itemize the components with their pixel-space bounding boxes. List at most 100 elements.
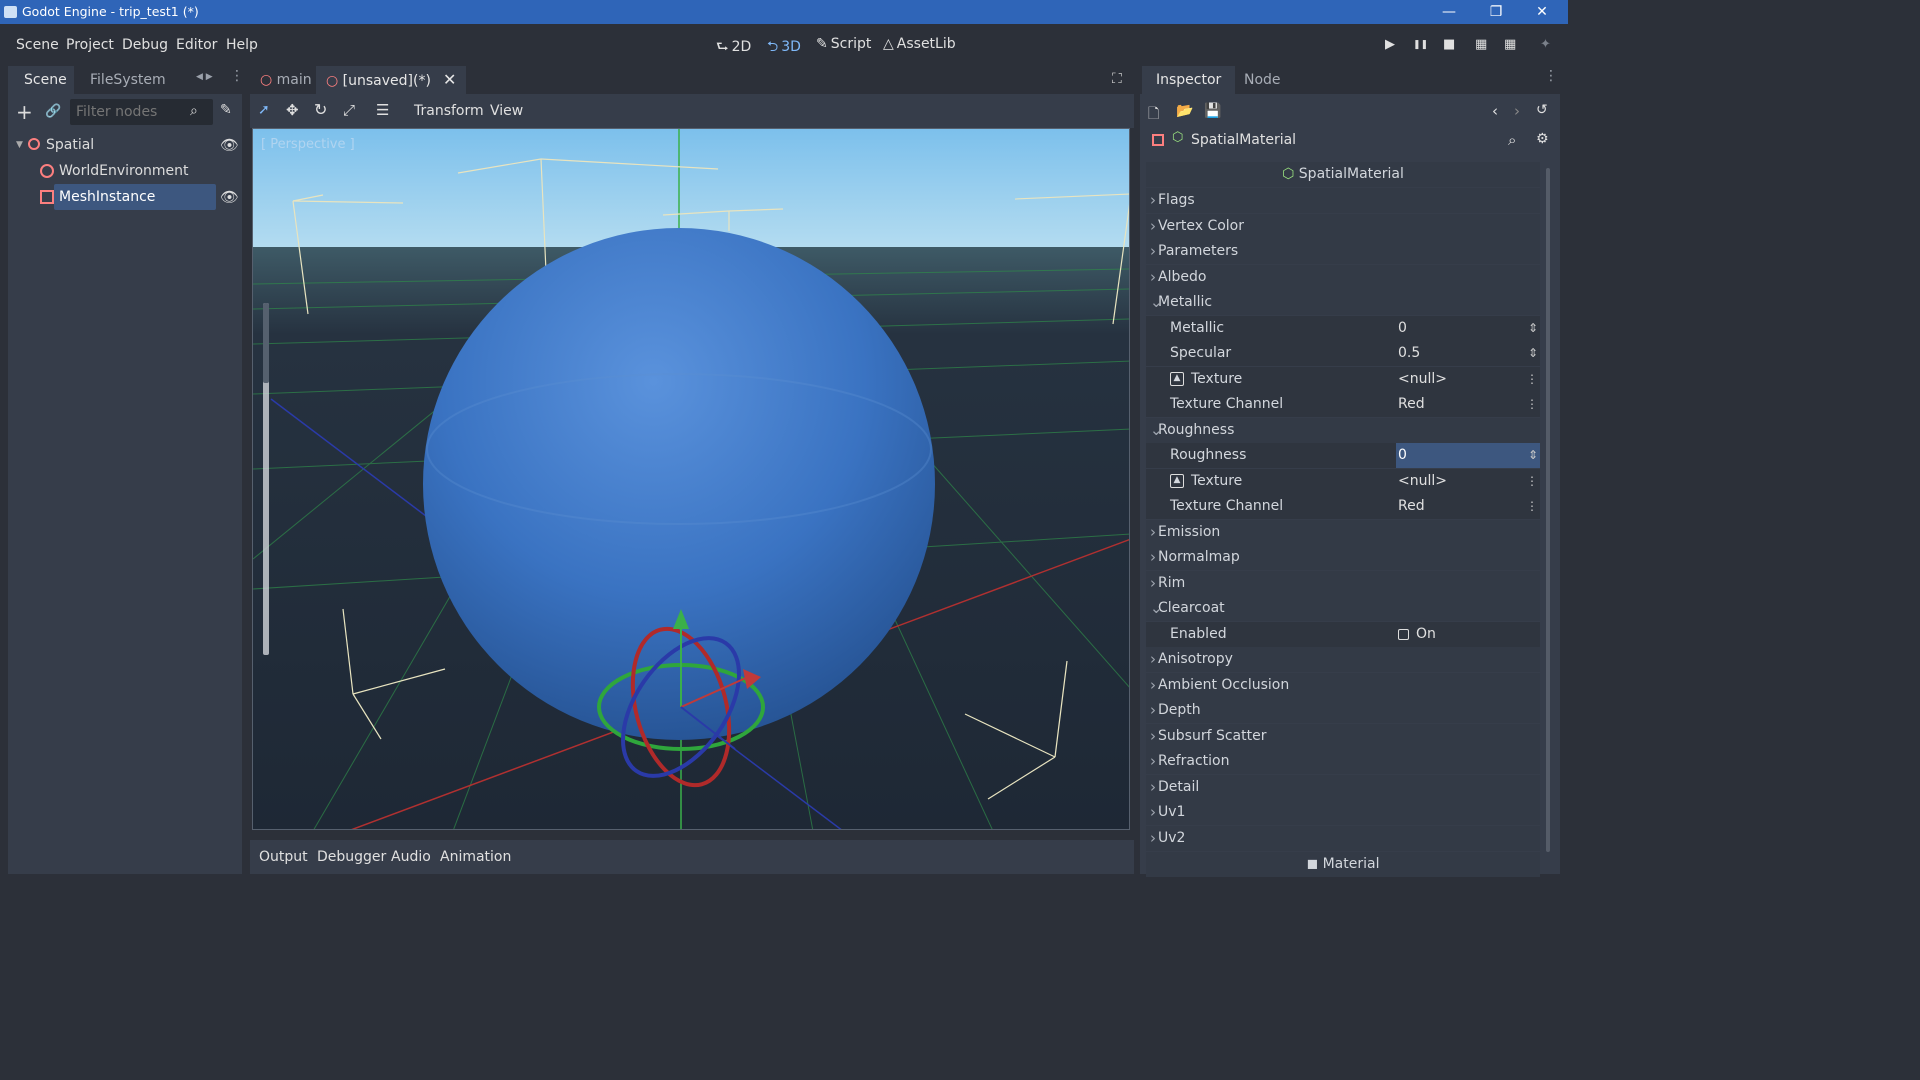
history-back-icon[interactable]: ‹ [1492,102,1498,120]
history-forward-icon[interactable]: › [1514,102,1520,120]
property-texture-channel[interactable]: Texture Channel Red ⋮ [1146,392,1540,417]
checkbox-enabled[interactable]: On [1396,622,1540,647]
workspace-script-button[interactable]: ✎ Script [816,36,871,52]
dock-menu-icon[interactable]: ⋮ [1544,68,1558,84]
dock-nav-arrows-icon[interactable]: ◀ ▶ [196,72,213,82]
spinbox-roughness[interactable]: 0 ⇕ [1396,443,1540,468]
spinbox-metallic[interactable]: 0 ⇕ [1396,316,1540,341]
dropdown-texture-channel[interactable]: Red ⋮ [1396,494,1540,519]
object-settings-icon[interactable]: ⚙ [1536,131,1549,147]
save-icon[interactable]: 💾 [1204,103,1221,119]
list-select-icon[interactable]: ☰ [376,101,389,119]
tree-item-spatial[interactable]: ▼ Spatial 👁 [16,132,240,158]
visibility-eye-icon[interactable]: 👁 [220,184,239,210]
view-menu[interactable]: View [490,103,523,119]
section-normalmap[interactable]: › Normalmap [1146,545,1540,570]
section-detail[interactable]: › Detail [1146,774,1540,800]
tab-main[interactable]: ○ main [250,66,322,94]
pause-icon[interactable]: ❚❚ [1413,40,1428,50]
section-uv1[interactable]: › Uv1 [1146,800,1540,825]
add-node-icon[interactable]: + [16,100,33,124]
menu-editor[interactable]: Editor [176,37,217,53]
section-refraction[interactable]: › Refraction [1146,749,1540,774]
menu-help[interactable]: Help [226,37,258,53]
search-icon[interactable]: ⌕ [1508,131,1516,149]
property-roughness[interactable]: Roughness 0 ⇕ [1146,443,1540,468]
section-albedo[interactable]: › Albedo [1146,264,1540,290]
spin-arrows-icon[interactable]: ⇕ [1528,443,1538,468]
checkbox-icon[interactable] [1398,628,1409,640]
section-ambient-occlusion[interactable]: › Ambient Occlusion [1146,672,1540,698]
dropdown-texture[interactable]: <null> ⋮ [1396,469,1540,494]
move-tool-icon[interactable]: ✥ [286,101,299,119]
property-texture[interactable]: ▲ Texture <null> ⋮ [1146,468,1540,494]
property-enabled[interactable]: Enabled On [1146,621,1540,647]
instance-scene-icon[interactable]: 🔗 [45,104,61,119]
tab-animation[interactable]: Animation [440,849,511,865]
tab-node[interactable]: Node [1234,66,1291,94]
tab-output[interactable]: Output [259,849,308,865]
section-depth[interactable]: › Depth [1146,698,1540,723]
menu-project[interactable]: Project [66,37,114,53]
scale-tool-icon[interactable]: ⤢ [343,101,355,119]
visibility-eye-icon[interactable]: 👁 [220,132,239,158]
tab-debugger[interactable]: Debugger [317,849,386,865]
tab-audio[interactable]: Audio [391,849,431,865]
play-scene-icon[interactable]: ▦ [1475,37,1487,52]
rotate-tool-icon[interactable]: ↻ [314,100,327,119]
dock-menu-icon[interactable]: ⋮ [230,68,244,84]
dropdown-texture-channel[interactable]: Red ⋮ [1396,392,1540,417]
menu-debug[interactable]: Debug [122,37,168,53]
section-rim[interactable]: › Rim [1146,570,1540,596]
3d-viewport[interactable]: [ Perspective ] [252,128,1130,830]
section-emission[interactable]: › Emission [1146,519,1540,545]
menu-dots-icon[interactable]: ⋮ [1526,392,1538,417]
workspace-assetlib-button[interactable]: △ AssetLib [883,36,956,52]
play-icon[interactable]: ▶ [1385,37,1395,52]
property-specular[interactable]: Specular 0.5 ⇕ [1146,341,1540,366]
section-uv2[interactable]: › Uv2 [1146,825,1540,851]
play-custom-scene-icon[interactable]: ▦ [1504,37,1516,52]
tree-item-meshinstance[interactable]: MeshInstance 👁 [22,184,240,210]
menu-dots-icon[interactable]: ⋮ [1526,469,1538,494]
section-vertex-color[interactable]: › Vertex Color [1146,213,1540,239]
distraction-free-icon[interactable]: ⛶ [1112,71,1122,87]
menu-dots-icon[interactable]: ⋮ [1526,494,1538,519]
collapse-arrow-icon[interactable]: ▼ [16,132,23,158]
inspector-scrollbar[interactable] [1546,168,1550,852]
resource-path[interactable]: SpatialMaterial [1191,132,1296,148]
stop-icon[interactable]: ■ [1443,37,1455,52]
material-footer[interactable]: ◼ Material [1146,852,1540,877]
section-flags[interactable]: › Flags [1146,188,1540,213]
tab-scene[interactable]: Scene [8,66,74,94]
dropdown-texture[interactable]: <null> ⋮ [1396,367,1540,392]
section-subsurf-scatter[interactable]: › Subsurf Scatter [1146,723,1540,749]
inspector-resource-header[interactable]: ⬡ SpatialMaterial [1146,162,1540,187]
perspective-label[interactable]: [ Perspective ] [261,137,355,152]
workspace-3d-button[interactable]: ⮌ 3D [767,36,801,60]
transform-menu[interactable]: Transform [414,103,484,119]
property-texture-channel[interactable]: Texture Channel Red ⋮ [1146,494,1540,519]
workspace-2d-button[interactable]: ⮑ 2D [716,36,751,60]
section-clearcoat[interactable]: ⌄ Clearcoat [1146,596,1540,621]
spinbox-specular[interactable]: 0.5 ⇕ [1396,341,1540,366]
script-attach-icon[interactable]: ✎ [220,102,232,118]
tab-inspector[interactable]: Inspector [1142,66,1236,94]
close-tab-icon[interactable]: ✕ [443,70,456,89]
property-metallic[interactable]: Metallic 0 ⇕ [1146,315,1540,341]
tree-item-worldenvironment[interactable]: WorldEnvironment [22,158,240,184]
close-window-button[interactable]: ✕ [1527,2,1557,22]
menu-scene[interactable]: Scene [16,37,59,53]
maximize-button[interactable]: ❐ [1481,2,1511,22]
select-tool-icon[interactable]: ➚ [258,102,270,118]
minimize-button[interactable]: — [1434,2,1464,22]
new-resource-icon[interactable]: 🗋 [1148,103,1159,127]
section-parameters[interactable]: › Parameters [1146,239,1540,264]
spin-arrows-icon[interactable]: ⇕ [1528,316,1538,341]
open-folder-icon[interactable]: 📂 [1176,103,1193,119]
menu-dots-icon[interactable]: ⋮ [1526,367,1538,392]
section-roughness[interactable]: ⌄ Roughness [1146,417,1540,443]
property-texture[interactable]: ▲ Texture <null> ⋮ [1146,366,1540,392]
spin-arrows-icon[interactable]: ⇕ [1528,341,1538,366]
section-metallic[interactable]: ⌄ Metallic [1146,290,1540,315]
